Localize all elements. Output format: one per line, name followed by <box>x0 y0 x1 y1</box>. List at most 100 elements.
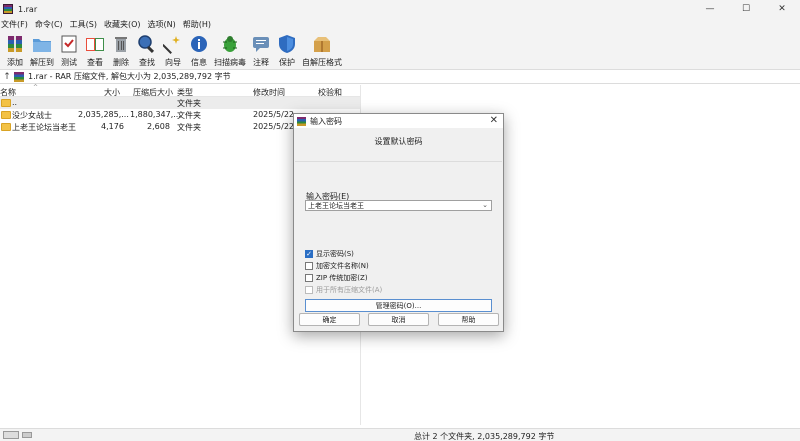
find-button[interactable]: 查找 <box>136 31 158 68</box>
toolbar: 添加 解压到 测试 查看 删除 查找 向导 信息 扫描病毒 注释 保护 自解压格… <box>0 31 800 69</box>
wizard-label: 向导 <box>165 58 181 67</box>
password-input[interactable]: 上老王论坛当老王 ⌄ <box>305 200 492 211</box>
dialog-heading: 设置默认密码 <box>374 137 423 146</box>
view-button[interactable]: 查看 <box>84 31 106 68</box>
view-book-icon <box>84 33 106 55</box>
title-bar: 1.rar — ☐ ✕ <box>0 0 800 18</box>
window-title: 1.rar <box>18 4 38 14</box>
password-value: 上老王论坛当老王 <box>308 202 364 210</box>
help-button[interactable]: 帮助 <box>438 313 499 326</box>
maximize-button[interactable]: ☐ <box>728 0 764 18</box>
extract-folder-icon <box>31 33 53 55</box>
extract-to-label: 解压到 <box>30 58 54 67</box>
status-text: 总计 2 个文件夹, 2,035,289,792 字节 <box>414 432 555 441</box>
wizard-wand-icon <box>162 33 184 55</box>
file-packed: 1,880,347,... <box>130 110 181 119</box>
encrypt-filenames-checkbox[interactable]: 加密文件名称(N) <box>305 261 369 271</box>
file-name: .. <box>12 98 18 107</box>
menu-help[interactable]: 帮助(H) <box>182 19 215 30</box>
info-label: 信息 <box>191 58 207 67</box>
sort-ascending-icon: ^ <box>33 84 39 91</box>
winrar-dialog-icon <box>297 116 306 126</box>
cancel-button[interactable]: 取消 <box>368 313 429 326</box>
file-modified: 2025/5/22 <box>253 110 295 119</box>
checkbox-checked-icon: ✓ <box>305 250 313 258</box>
info-icon <box>188 33 210 55</box>
key-icon[interactable] <box>22 432 32 438</box>
use-for-all-archives-checkbox: 用于所有压缩文件(A) <box>305 285 382 295</box>
comment-icon <box>250 33 272 55</box>
sfx-label: 自解压格式 <box>302 58 342 67</box>
extract-to-button[interactable]: 解压到 <box>30 31 54 68</box>
folder-up-icon <box>1 99 11 107</box>
test-label: 测试 <box>61 58 77 67</box>
protect-button[interactable]: 保护 <box>276 31 298 68</box>
dialog-close-button[interactable]: ✕ <box>490 115 498 126</box>
status-bar: 总计 2 个文件夹, 2,035,289,792 字节 <box>0 428 800 441</box>
protect-shield-icon <box>276 33 298 55</box>
checkbox-icon <box>305 262 313 270</box>
view-label: 查看 <box>87 58 103 67</box>
file-name: 上老王论坛当老王 <box>12 123 76 132</box>
test-checklist-icon <box>58 33 80 55</box>
address-bar: ↑ 1.rar - RAR 压缩文件, 解包大小为 2,035,289,792 … <box>0 69 800 84</box>
ok-button[interactable]: 确定 <box>299 313 360 326</box>
file-modified: 2025/5/22 <box>253 122 295 131</box>
dialog-separator <box>295 161 502 162</box>
virus-scan-icon <box>219 33 241 55</box>
zip-legacy-encryption-checkbox[interactable]: ZIP 传统加密(Z) <box>305 273 368 283</box>
close-window-button[interactable]: ✕ <box>764 0 800 18</box>
add-button[interactable]: 添加 <box>4 31 26 68</box>
folder-icon <box>1 111 11 119</box>
file-size: 4,176 <box>101 122 124 131</box>
menu-favorites[interactable]: 收藏夹(O) <box>103 19 145 30</box>
show-password-label: 显示密码(S) <box>316 250 354 258</box>
file-type: 文件夹 <box>177 111 201 120</box>
password-dialog: 输入密码 ✕ 设置默认密码 输入密码(E) 上老王论坛当老王 ⌄ ✓ 显示密码(… <box>293 113 504 332</box>
comment-label: 注释 <box>253 58 269 67</box>
delete-label: 删除 <box>113 58 129 67</box>
archive-icon <box>14 71 24 82</box>
comment-button[interactable]: 注释 <box>250 31 272 68</box>
up-folder-button[interactable]: ↑ <box>0 72 14 82</box>
sfx-button[interactable]: 自解压格式 <box>302 31 342 68</box>
chevron-down-icon[interactable]: ⌄ <box>482 201 488 209</box>
winrar-app-icon <box>3 4 13 14</box>
delete-trash-icon <box>110 33 132 55</box>
column-headers: 名称 ^ 大小 压缩后大小 类型 修改时间 校验和 <box>0 84 360 97</box>
sfx-box-icon <box>311 33 333 55</box>
show-password-checkbox[interactable]: ✓ 显示密码(S) <box>305 249 354 259</box>
virus-scan-label: 扫描病毒 <box>214 58 246 67</box>
dialog-footer: 确定 取消 帮助 <box>294 308 503 332</box>
menu-commands[interactable]: 命令(C) <box>34 19 67 30</box>
add-archive-icon <box>4 33 26 55</box>
menu-options[interactable]: 选项(N) <box>147 19 180 30</box>
checkbox-disabled-icon <box>305 286 313 294</box>
wizard-button[interactable]: 向导 <box>162 31 184 68</box>
delete-button[interactable]: 删除 <box>110 31 132 68</box>
encrypt-filenames-label: 加密文件名称(N) <box>316 262 369 270</box>
dialog-title-bar[interactable]: 输入密码 ✕ <box>294 114 503 128</box>
info-button[interactable]: 信息 <box>188 31 210 68</box>
file-type: 文件夹 <box>177 123 201 132</box>
protect-label: 保护 <box>279 58 295 67</box>
file-size: 2,035,285,... <box>78 110 129 119</box>
test-button[interactable]: 测试 <box>58 31 80 68</box>
find-label: 查找 <box>139 58 155 67</box>
use-for-all-archives-label: 用于所有压缩文件(A) <box>316 286 383 294</box>
file-packed: 2,608 <box>147 122 170 131</box>
virus-scan-button[interactable]: 扫描病毒 <box>214 31 246 68</box>
menu-bar: 文件(F) 命令(C) 工具(S) 收藏夹(O) 选项(N) 帮助(H) <box>0 18 800 31</box>
address-path[interactable]: 1.rar - RAR 压缩文件, 解包大小为 2,035,289,792 字节 <box>28 71 231 82</box>
window-controls: — ☐ ✕ <box>692 0 800 18</box>
minimize-button[interactable]: — <box>692 0 728 18</box>
table-row[interactable]: .. 文件夹 <box>0 97 360 109</box>
menu-tools[interactable]: 工具(S) <box>69 19 101 30</box>
dialog-title: 输入密码 <box>310 116 342 126</box>
menu-file[interactable]: 文件(F) <box>0 19 32 30</box>
drive-icon[interactable] <box>3 431 19 439</box>
checkbox-icon <box>305 274 313 282</box>
dialog-body: 设置默认密码 输入密码(E) 上老王论坛当老王 ⌄ ✓ 显示密码(S) 加密文件… <box>294 128 503 318</box>
file-type: 文件夹 <box>177 99 201 108</box>
file-name: 没少女战士 <box>12 111 52 120</box>
